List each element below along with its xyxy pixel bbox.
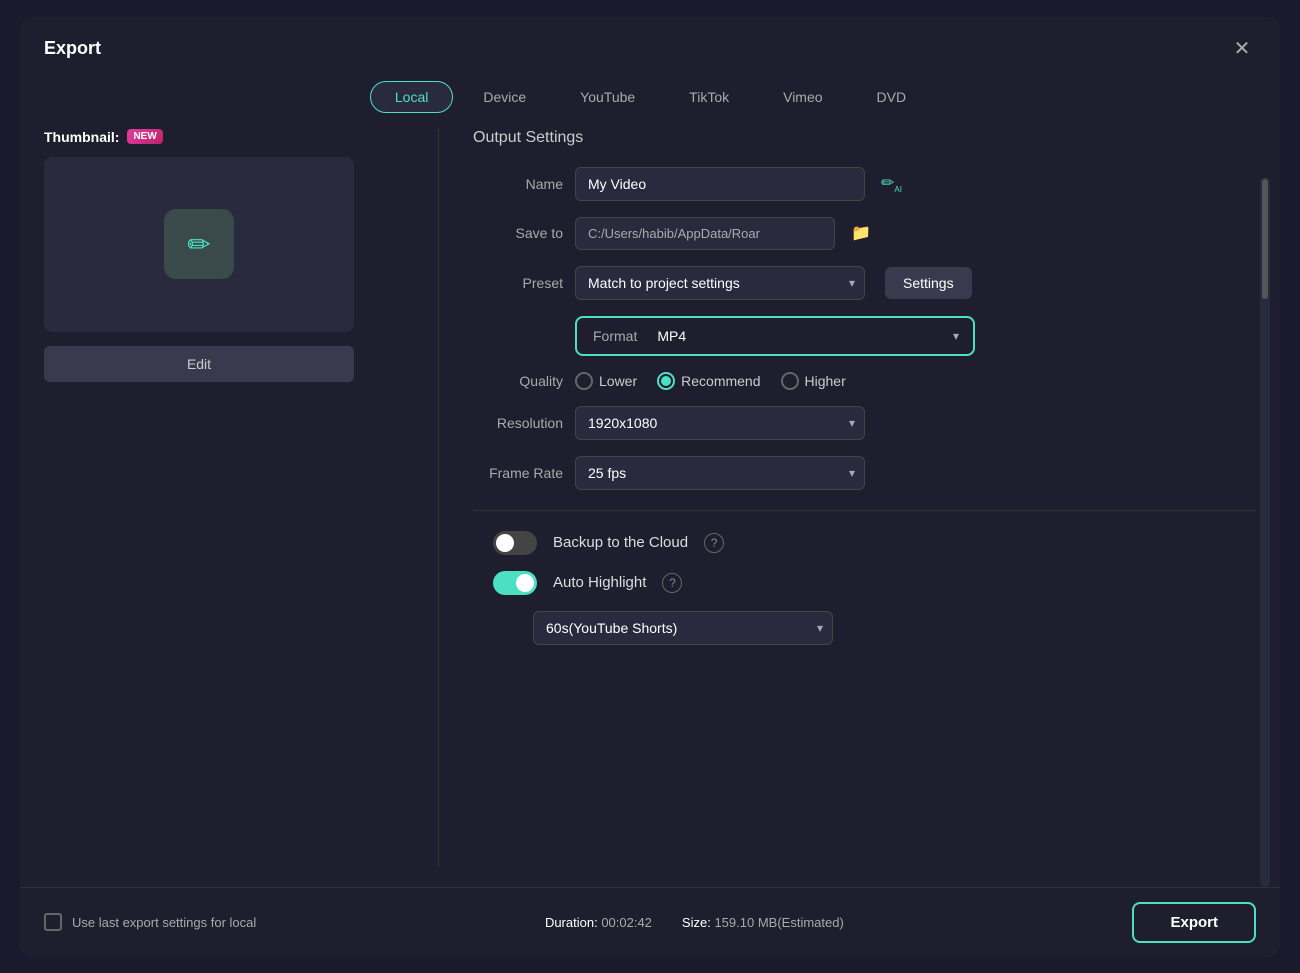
new-badge: NEW	[127, 129, 162, 144]
backup-cloud-toggle[interactable]	[493, 531, 537, 555]
size-label: Size:	[682, 915, 711, 930]
quality-lower-radio[interactable]	[575, 372, 593, 390]
save-to-label: Save to	[473, 225, 563, 241]
format-select[interactable]: MP4 MOV AVI MKV	[649, 322, 969, 350]
preset-label: Preset	[473, 275, 563, 291]
format-select-inner: MP4 MOV AVI MKV ▾	[649, 322, 969, 350]
auto-highlight-select[interactable]: 60s(YouTube Shorts) 30s(Instagram Reels)…	[533, 611, 833, 645]
use-last-checkbox[interactable]	[44, 913, 62, 931]
edit-button[interactable]: Edit	[44, 346, 354, 382]
pencil-icon: ✏	[187, 228, 210, 261]
quality-label: Quality	[473, 373, 563, 389]
preset-select[interactable]: Match to project settings	[575, 266, 865, 300]
scrollbar-thumb	[1262, 179, 1268, 299]
auto-highlight-help-icon[interactable]: ?	[662, 573, 682, 593]
content-area: Thumbnail: NEW ✏ Edit Output Settings Na…	[20, 129, 1280, 887]
backup-cloud-slider	[493, 531, 537, 555]
duration-value: 00:02:42	[601, 915, 652, 930]
save-to-row: Save to C:/Users/habib/AppData/Roar 📁	[473, 217, 1256, 250]
bottom-info: Duration: 00:02:42 Size: 159.10 MB(Estim…	[545, 915, 844, 930]
preset-row: Preset Match to project settings ▾ Setti…	[473, 266, 1256, 300]
section-divider	[473, 510, 1256, 511]
auto-highlight-row: Auto Highlight ?	[473, 571, 1256, 595]
left-panel: Thumbnail: NEW ✏ Edit	[44, 129, 404, 867]
quality-higher-radio[interactable]	[781, 372, 799, 390]
tab-device[interactable]: Device	[459, 81, 550, 113]
name-label: Name	[473, 176, 563, 192]
auto-highlight-select-wrap: 60s(YouTube Shorts) 30s(Instagram Reels)…	[533, 611, 833, 645]
resolution-row: Resolution 1920x1080 1280x720 3840x2160 …	[473, 406, 1256, 440]
use-last-label: Use last export settings for local	[72, 915, 256, 930]
quality-recommend-option[interactable]: Recommend	[657, 372, 760, 390]
folder-icon[interactable]: 📁	[851, 223, 871, 243]
quality-radio-group: Lower Recommend Higher	[575, 372, 846, 390]
format-label: Format	[581, 324, 649, 348]
quality-higher-label: Higher	[805, 373, 846, 389]
quality-recommend-label: Recommend	[681, 373, 760, 389]
duration-label: Duration:	[545, 915, 598, 930]
frame-rate-select[interactable]: 25 fps 30 fps 60 fps 24 fps	[575, 456, 865, 490]
tab-dvd[interactable]: DVD	[853, 81, 931, 113]
tab-vimeo[interactable]: Vimeo	[759, 81, 846, 113]
thumbnail-icon-wrap: ✏	[164, 209, 234, 279]
ai-icon[interactable]: ✏AI	[881, 173, 902, 194]
duration-info: Duration: 00:02:42	[545, 915, 652, 930]
quality-row: Quality Lower Recommend Higher	[473, 372, 1256, 390]
preset-select-wrap: Match to project settings ▾	[575, 266, 865, 300]
vertical-divider	[438, 129, 439, 867]
settings-button[interactable]: Settings	[885, 267, 972, 299]
dialog-title: Export	[44, 38, 101, 59]
bottom-bar: Use last export settings for local Durat…	[20, 887, 1280, 957]
resolution-select-wrap: 1920x1080 1280x720 3840x2160 ▾	[575, 406, 865, 440]
quality-lower-option[interactable]: Lower	[575, 372, 637, 390]
frame-rate-label: Frame Rate	[473, 465, 563, 481]
use-last-settings: Use last export settings for local	[44, 913, 256, 931]
tab-bar: Local Device YouTube TikTok Vimeo DVD	[20, 73, 1280, 129]
quality-higher-option[interactable]: Higher	[781, 372, 846, 390]
frame-rate-row: Frame Rate 25 fps 30 fps 60 fps 24 fps ▾	[473, 456, 1256, 490]
auto-highlight-dropdown-row: 60s(YouTube Shorts) 30s(Instagram Reels)…	[473, 611, 1256, 645]
resolution-label: Resolution	[473, 415, 563, 431]
auto-highlight-slider	[493, 571, 537, 595]
quality-lower-label: Lower	[599, 373, 637, 389]
quality-recommend-radio[interactable]	[657, 372, 675, 390]
frame-rate-select-wrap: 25 fps 30 fps 60 fps 24 fps ▾	[575, 456, 865, 490]
scrollbar[interactable]	[1260, 177, 1270, 887]
thumbnail-label: Thumbnail: NEW	[44, 129, 404, 145]
name-row: Name ✏AI	[473, 167, 1256, 201]
name-input[interactable]	[575, 167, 865, 201]
resolution-select[interactable]: 1920x1080 1280x720 3840x2160	[575, 406, 865, 440]
backup-cloud-row: Backup to the Cloud ?	[473, 531, 1256, 555]
backup-cloud-label: Backup to the Cloud	[553, 534, 688, 551]
format-row: Format MP4 MOV AVI MKV ▾	[473, 316, 1256, 356]
output-settings-title: Output Settings	[473, 129, 1256, 147]
path-display: C:/Users/habib/AppData/Roar	[575, 217, 835, 250]
format-select-box: Format MP4 MOV AVI MKV ▾	[575, 316, 975, 356]
export-dialog: Export ✕ Local Device YouTube TikTok Vim…	[20, 17, 1280, 957]
auto-highlight-label: Auto Highlight	[553, 574, 646, 591]
tab-tiktok[interactable]: TikTok	[665, 81, 753, 113]
right-panel: Output Settings Name ✏AI Save to C:/User…	[473, 129, 1256, 867]
backup-cloud-help-icon[interactable]: ?	[704, 533, 724, 553]
tab-local[interactable]: Local	[370, 81, 453, 113]
size-info: Size: 159.10 MB(Estimated)	[682, 915, 844, 930]
size-value: 159.10 MB(Estimated)	[714, 915, 843, 930]
thumbnail-preview: ✏	[44, 157, 354, 332]
export-button[interactable]: Export	[1132, 902, 1256, 943]
tab-youtube[interactable]: YouTube	[556, 81, 659, 113]
auto-highlight-toggle[interactable]	[493, 571, 537, 595]
close-button[interactable]: ✕	[1228, 35, 1256, 63]
dialog-header: Export ✕	[20, 17, 1280, 73]
